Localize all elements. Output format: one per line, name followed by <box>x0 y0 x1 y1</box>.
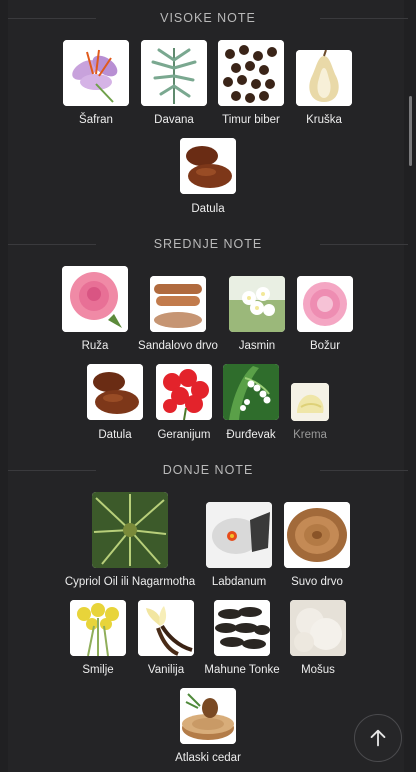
note-image-vanilla[interactable] <box>138 600 194 656</box>
note-image-jasmine[interactable] <box>229 276 285 332</box>
note-image-timur-pepper[interactable] <box>218 40 284 106</box>
scrollbar[interactable] <box>409 96 412 166</box>
note-image-peony[interactable] <box>297 276 353 332</box>
section-title-base-notes: DONJE NOTE <box>8 463 408 477</box>
note-image-lily-of-the-valley[interactable] <box>223 364 279 420</box>
note-image-sandalwood[interactable] <box>150 276 206 332</box>
note-label-dry-wood: Suvo drvo <box>291 576 343 588</box>
note-image-tonka-beans[interactable] <box>214 600 270 656</box>
note-image-saffron[interactable] <box>63 40 129 106</box>
note-label-cypriol: Cypriol Oil ili Nagarmotha <box>64 576 196 588</box>
note-image-davana[interactable] <box>141 40 207 106</box>
arrow-up-icon <box>370 729 386 747</box>
note-label-vanilla: Vanilija <box>147 664 185 676</box>
note-image-cypriol[interactable] <box>92 492 168 568</box>
note-label-sandalwood: Sandalovo drvo <box>138 340 218 352</box>
note-label-saffron: Šafran <box>79 114 113 126</box>
note-image-date[interactable] <box>180 138 236 194</box>
note-image-helichrysum[interactable] <box>70 600 126 656</box>
note-image-date-middle[interactable] <box>87 364 143 420</box>
note-label-lily-of-the-valley: Đurđevak <box>226 429 276 441</box>
note-label-date-middle: Datula <box>98 429 132 441</box>
note-image-musk[interactable] <box>290 600 346 656</box>
note-label-labdanum: Labdanum <box>211 576 267 588</box>
note-image-rose[interactable] <box>62 266 128 332</box>
note-label-geranium: Geranijum <box>157 429 211 441</box>
note-label-peony: Božur <box>309 340 341 352</box>
note-label-musk: Mošus <box>301 664 335 676</box>
note-label-helichrysum: Smilje <box>82 664 114 676</box>
scroll-to-top-button[interactable] <box>354 714 402 762</box>
note-label-cream: Krema <box>293 429 327 441</box>
note-image-geranium[interactable] <box>156 364 212 420</box>
note-image-dry-wood[interactable] <box>284 502 350 568</box>
note-label-tonka-beans: Mahune Tonke <box>204 664 280 676</box>
note-label-atlas-cedar: Atlaski cedar <box>175 752 241 764</box>
note-label-date: Datula <box>191 203 225 215</box>
note-label-rose: Ruža <box>81 340 109 352</box>
note-image-atlas-cedar[interactable] <box>180 688 236 744</box>
note-label-timur-pepper: Timur biber <box>222 114 280 126</box>
note-label-pear: Kruška <box>306 114 342 126</box>
note-image-pear[interactable] <box>296 50 352 106</box>
section-title-middle-notes: SREDNJE NOTE <box>8 237 408 251</box>
note-label-jasmine: Jasmin <box>238 340 276 352</box>
note-label-davana: Davana <box>154 114 194 126</box>
note-image-labdanum[interactable] <box>206 502 272 568</box>
note-image-cream[interactable] <box>291 383 329 421</box>
section-title-top-notes: VISOKE NOTE <box>8 11 408 25</box>
